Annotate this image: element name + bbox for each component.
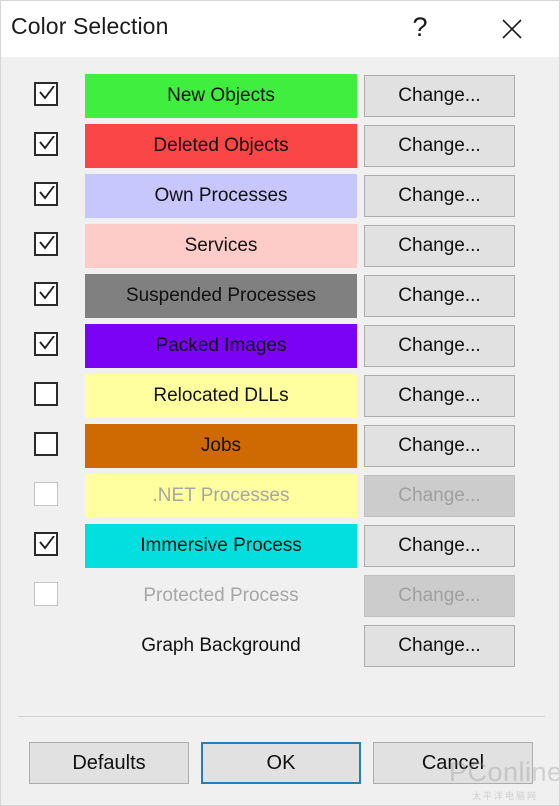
check-icon bbox=[39, 336, 55, 350]
cancel-button[interactable]: Cancel bbox=[373, 742, 533, 784]
change-color-button[interactable]: Change... bbox=[364, 325, 515, 367]
row-label: .NET Processes bbox=[152, 485, 290, 506]
row-label: Jobs bbox=[200, 435, 242, 456]
check-icon bbox=[39, 286, 55, 300]
footer-divider bbox=[18, 716, 545, 717]
color-row: Services Change... bbox=[1, 221, 559, 271]
row-checkbox[interactable] bbox=[34, 532, 58, 556]
row-label: Immersive Process bbox=[140, 535, 302, 556]
defaults-button[interactable]: Defaults bbox=[29, 742, 189, 784]
change-color-button: Change... bbox=[364, 575, 515, 617]
row-checkbox bbox=[34, 582, 58, 606]
color-row: Deleted Objects Change... bbox=[1, 121, 559, 171]
check-icon bbox=[39, 236, 55, 250]
color-swatch: Immersive Process bbox=[85, 524, 357, 568]
change-color-button[interactable]: Change... bbox=[364, 225, 515, 267]
color-swatch: Services bbox=[85, 224, 357, 268]
color-row: Graph Background Change... bbox=[1, 621, 559, 671]
change-color-button[interactable]: Change... bbox=[364, 75, 515, 117]
color-row: Relocated DLLs Change... bbox=[1, 371, 559, 421]
row-label-area: Protected Process bbox=[85, 574, 357, 618]
check-icon bbox=[39, 536, 55, 550]
check-icon bbox=[39, 86, 55, 100]
color-swatch: New Objects bbox=[85, 74, 357, 118]
change-color-button[interactable]: Change... bbox=[364, 175, 515, 217]
row-label: Own Processes bbox=[154, 185, 288, 206]
color-swatch: .NET Processes bbox=[85, 474, 357, 518]
change-color-button[interactable]: Change... bbox=[364, 425, 515, 467]
window-title: Color Selection bbox=[11, 13, 169, 39]
dialog-footer: Defaults OK Cancel bbox=[1, 742, 559, 787]
color-swatch: Packed Images bbox=[85, 324, 357, 368]
check-icon bbox=[39, 186, 55, 200]
help-icon[interactable]: ? bbox=[392, 1, 448, 57]
close-icon[interactable] bbox=[484, 1, 540, 57]
color-swatch: Own Processes bbox=[85, 174, 357, 218]
color-swatch: Jobs bbox=[85, 424, 357, 468]
row-checkbox[interactable] bbox=[34, 382, 58, 406]
title-bar: Color Selection ? bbox=[1, 1, 559, 57]
color-row: Jobs Change... bbox=[1, 421, 559, 471]
color-row: Protected Process Change... bbox=[1, 571, 559, 621]
color-swatch: Suspended Processes bbox=[85, 274, 357, 318]
row-label: Relocated DLLs bbox=[153, 385, 289, 406]
check-icon bbox=[39, 136, 55, 150]
row-checkbox[interactable] bbox=[34, 282, 58, 306]
change-color-button: Change... bbox=[364, 475, 515, 517]
change-color-button[interactable]: Change... bbox=[364, 525, 515, 567]
watermark-sub-text: 太平洋电脑网 bbox=[471, 791, 538, 801]
row-checkbox[interactable] bbox=[34, 82, 58, 106]
row-label: Services bbox=[184, 235, 258, 256]
color-row: New Objects Change... bbox=[1, 71, 559, 121]
row-label: New Objects bbox=[167, 85, 275, 106]
color-selection-dialog: Color Selection ? New Objects Change... De… bbox=[0, 0, 560, 806]
color-row: Packed Images Change... bbox=[1, 321, 559, 371]
color-row: .NET Processes Change... bbox=[1, 471, 559, 521]
change-color-button[interactable]: Change... bbox=[364, 375, 515, 417]
row-checkbox[interactable] bbox=[34, 182, 58, 206]
color-row: Immersive Process Change... bbox=[1, 521, 559, 571]
row-label: Suspended Processes bbox=[125, 285, 317, 306]
row-checkbox[interactable] bbox=[34, 432, 58, 456]
color-swatch: Deleted Objects bbox=[85, 124, 357, 168]
row-label: Packed Images bbox=[155, 335, 287, 356]
row-label: Graph Background bbox=[141, 635, 301, 656]
row-label-area: Graph Background bbox=[85, 624, 357, 668]
row-checkbox[interactable] bbox=[34, 232, 58, 256]
change-color-button[interactable]: Change... bbox=[364, 275, 515, 317]
row-checkbox[interactable] bbox=[34, 132, 58, 156]
row-label: Deleted Objects bbox=[153, 135, 289, 156]
row-checkbox bbox=[34, 482, 58, 506]
color-row: Suspended Processes Change... bbox=[1, 271, 559, 321]
ok-button[interactable]: OK bbox=[201, 742, 361, 784]
color-rows-list: New Objects Change... Deleted Objects Chang… bbox=[1, 71, 559, 671]
change-color-button[interactable]: Change... bbox=[364, 125, 515, 167]
color-row: Own Processes Change... bbox=[1, 171, 559, 221]
change-color-button[interactable]: Change... bbox=[364, 625, 515, 667]
row-label: Protected Process bbox=[143, 585, 299, 606]
color-swatch: Relocated DLLs bbox=[85, 374, 357, 418]
row-checkbox[interactable] bbox=[34, 332, 58, 356]
